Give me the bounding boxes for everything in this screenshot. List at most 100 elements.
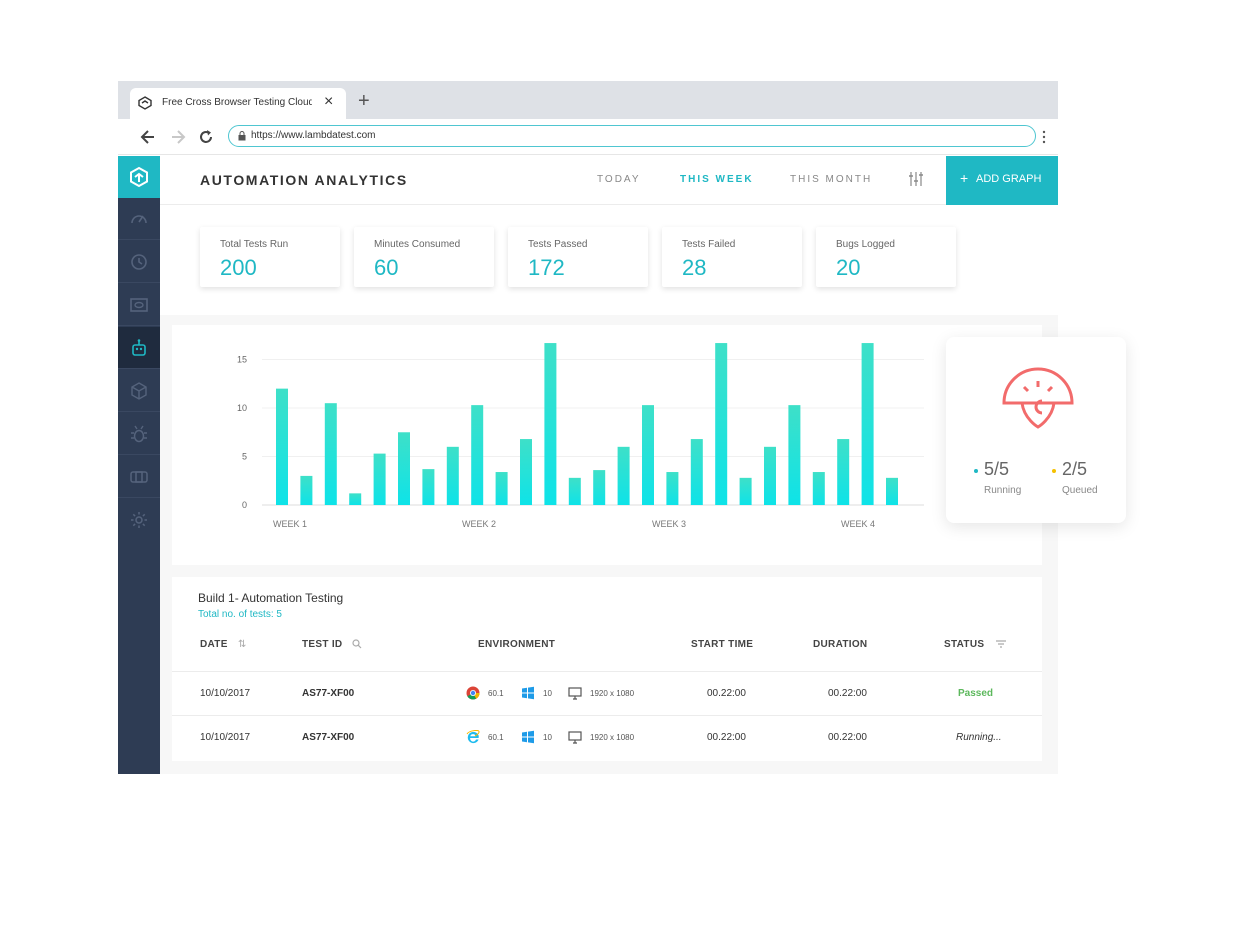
period-this-month[interactable]: THIS MONTH [790, 174, 872, 185]
idea-bulb-icon [1002, 367, 1074, 429]
tab-title: Free Cross Browser Testing Cloud [162, 97, 312, 108]
chart-bar[interactable] [617, 446, 630, 505]
x-tick-label: WEEK 1 [273, 519, 307, 529]
forward-arrow-icon[interactable] [168, 127, 188, 147]
chart-bar[interactable] [812, 472, 825, 505]
filter-sliders-icon[interactable] [908, 171, 924, 187]
bar-chart-card: 0 5 10 15 WEEK 1 WEEK 2 WEEK 3 WEEK 4 [172, 325, 1042, 565]
resolution: 1920 x 1080 [590, 733, 635, 742]
chart-bar[interactable] [544, 343, 557, 505]
browser-version: 60.1 [488, 689, 504, 698]
chart-bar[interactable] [495, 472, 508, 505]
sidebar-item-bugs[interactable] [118, 413, 160, 455]
build-total-tests: Total no. of tests: 5 [198, 609, 282, 620]
sidebar-item-dashboard[interactable] [118, 198, 160, 240]
running-value: 5/5 [984, 459, 1010, 479]
chart-bar[interactable] [886, 477, 898, 505]
chart-bar[interactable] [593, 470, 606, 505]
cell-test-id: AS77-XF00 [302, 732, 355, 743]
stat-bugs-logged: Bugs Logged 20 [816, 227, 956, 287]
build-table-card: Build 1- Automation Testing Total no. of… [172, 577, 1042, 761]
visual-icon [130, 298, 148, 312]
chart-bar[interactable] [349, 493, 362, 505]
stat-value: 172 [528, 255, 565, 280]
browser-tab[interactable]: Free Cross Browser Testing Cloud × [130, 88, 346, 119]
add-graph-button[interactable]: + ADD GRAPH [946, 156, 1058, 205]
filter-icon[interactable] [996, 640, 1006, 648]
cell-status: Passed [958, 688, 994, 699]
chart-bar[interactable] [398, 432, 410, 505]
sidebar-item-integrations[interactable] [118, 456, 160, 498]
sidebar [118, 156, 160, 774]
search-icon[interactable] [352, 639, 362, 649]
period-this-week[interactable]: THIS WEEK [680, 174, 754, 185]
chart-bar[interactable] [471, 405, 484, 505]
chart-bar[interactable] [764, 446, 776, 505]
build-title: Build 1- Automation Testing [198, 591, 344, 605]
chart-bar[interactable] [520, 439, 532, 505]
chart-bar[interactable] [568, 477, 581, 505]
col-header-status[interactable]: STATUS [944, 639, 984, 650]
x-tick-label: WEEK 2 [462, 519, 496, 529]
sidebar-item-package[interactable] [118, 370, 160, 412]
chart-bar[interactable] [666, 472, 679, 505]
stat-label: Total Tests Run [220, 239, 289, 250]
chart-bar[interactable] [642, 405, 654, 505]
add-graph-label: ADD GRAPH [976, 173, 1042, 185]
stat-minutes-consumed: Minutes Consumed 60 [354, 227, 494, 287]
monitor-icon [568, 687, 582, 700]
package-icon [131, 382, 147, 400]
chart-bar[interactable] [715, 343, 728, 505]
queued-dot [1052, 469, 1056, 473]
integration-icon [130, 471, 148, 483]
y-tick-label: 10 [237, 403, 247, 413]
period-today[interactable]: TODAY [597, 174, 641, 185]
monitor-icon [568, 731, 582, 744]
col-header-test-id[interactable]: TEST ID [302, 639, 342, 650]
tab-bar: Free Cross Browser Testing Cloud × + [118, 81, 1058, 119]
chart-bar[interactable] [300, 475, 313, 505]
col-header-date[interactable]: DATE [200, 639, 228, 650]
address-bar[interactable]: https://www.lambdatest.com [228, 125, 1036, 147]
browser-menu-icon[interactable] [1042, 130, 1046, 144]
sidebar-item-history[interactable] [118, 241, 160, 283]
history-icon [131, 254, 147, 270]
y-tick-label: 15 [237, 355, 247, 365]
table-row[interactable]: 10/10/2017 AS77-XF00 60.1 10 1920 x 1080… [172, 671, 1042, 715]
sidebar-item-visual[interactable] [118, 284, 160, 326]
os-version: 10 [543, 689, 552, 698]
chart-bar[interactable] [788, 405, 801, 505]
back-arrow-icon[interactable] [138, 127, 158, 147]
stat-label: Bugs Logged [836, 239, 895, 250]
running-label: Running [984, 485, 1022, 496]
col-header-duration[interactable]: DURATION [813, 639, 867, 650]
cell-date: 10/10/2017 [200, 688, 251, 699]
cell-date: 10/10/2017 [200, 732, 251, 743]
cell-start-time: 00.22:00 [707, 688, 746, 699]
chart-bar[interactable] [324, 403, 337, 505]
settings-icon [131, 512, 147, 528]
chart-bar[interactable] [861, 343, 874, 505]
tab-close-icon[interactable]: × [324, 94, 333, 110]
col-header-start-time[interactable]: START TIME [691, 639, 753, 650]
new-tab-icon[interactable]: + [358, 91, 370, 111]
windows-icon [522, 686, 534, 700]
chart-bar[interactable] [690, 439, 703, 505]
sidebar-item-automation[interactable] [118, 327, 160, 369]
chart-bar[interactable] [446, 446, 459, 505]
app-header: AUTOMATION ANALYTICS TODAY THIS WEEK THI… [160, 156, 1058, 205]
chart-bar[interactable] [422, 469, 435, 505]
bug-icon [131, 425, 147, 443]
table-row[interactable]: 10/10/2017 AS77-XF00 60.1 10 1920 x 1080… [172, 715, 1042, 759]
stat-tests-passed: Tests Passed 172 [508, 227, 648, 287]
chart-bar[interactable] [837, 439, 850, 505]
sidebar-item-settings[interactable] [118, 499, 160, 541]
sort-icon[interactable]: ⇅ [238, 639, 246, 650]
chart-bar[interactable] [276, 388, 288, 505]
chart-bar[interactable] [739, 477, 752, 505]
lambdatest-logo[interactable] [118, 156, 160, 198]
cell-duration: 00.22:00 [828, 732, 867, 743]
chart-bar[interactable] [373, 453, 386, 505]
reload-icon[interactable] [196, 127, 216, 147]
browser-version: 60.1 [488, 733, 504, 742]
